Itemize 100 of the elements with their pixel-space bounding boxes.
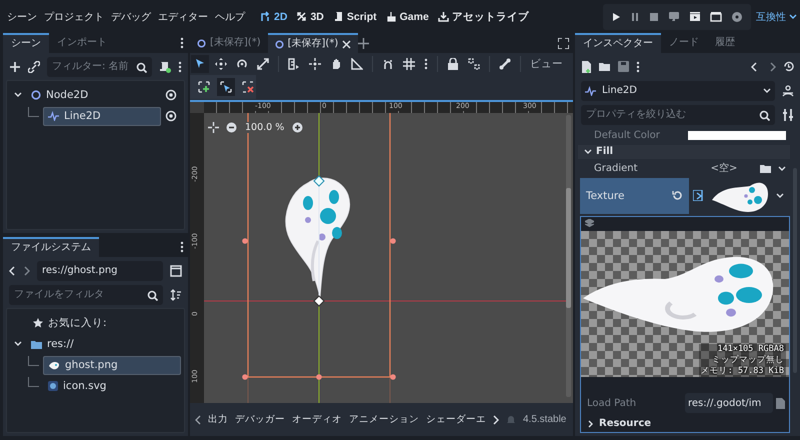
tree-item[interactable]: icon.svg: [43, 376, 181, 396]
list-select-icon[interactable]: [288, 58, 300, 70]
snap-icon[interactable]: [382, 58, 394, 70]
menu-dots-icon[interactable]: [424, 58, 428, 70]
caret-icon[interactable]: [776, 192, 784, 200]
tab[interactable]: インポート: [49, 33, 115, 53]
scale-icon[interactable]: [257, 58, 269, 70]
section-header[interactable]: Resource: [581, 415, 789, 432]
favorites-item[interactable]: お気に入り:: [28, 314, 181, 332]
menu-item[interactable]: プロジェクト: [41, 6, 107, 26]
bottom-tab[interactable]: シェーダーエ: [426, 413, 486, 426]
node-tree-icon[interactable]: [782, 84, 794, 96]
tab[interactable]: インスペクター: [575, 33, 661, 53]
zoom-level[interactable]: 100.0 %: [244, 122, 286, 133]
history-icon[interactable]: [783, 61, 794, 72]
property-label[interactable]: Texture: [580, 178, 689, 214]
add-tab-icon[interactable]: [358, 38, 370, 48]
center-view-icon[interactable]: [208, 122, 219, 133]
menu-dots-icon[interactable]: [636, 60, 640, 72]
move-icon[interactable]: [215, 58, 227, 70]
add-point-icon[interactable]: [198, 81, 210, 93]
workspace-tab[interactable]: 3D: [292, 6, 328, 26]
tree-item[interactable]: Node2D: [26, 86, 161, 104]
view-menu[interactable]: ビュー: [530, 57, 563, 71]
stop-icon[interactable]: [649, 12, 659, 22]
play-icon[interactable]: [611, 12, 621, 22]
menu-dots-icon[interactable]: [180, 241, 184, 253]
workspace-tab[interactable]: Game: [382, 6, 433, 26]
back-icon[interactable]: [751, 62, 758, 72]
menu-item[interactable]: シーン: [4, 6, 40, 26]
select-arrow-icon[interactable]: [194, 58, 206, 70]
resource-value[interactable]: <空>: [694, 161, 754, 176]
renderer-menu[interactable]: 互換性: [751, 10, 800, 24]
folder-icon[interactable]: [760, 162, 772, 174]
grid-icon[interactable]: [403, 58, 415, 70]
section-header[interactable]: Fill: [578, 145, 790, 159]
tree-item[interactable]: res://: [26, 334, 181, 354]
filter-field[interactable]: ファイルをフィルタ: [9, 284, 163, 304]
folder-open-icon[interactable]: [599, 61, 611, 72]
group-icon[interactable]: [468, 58, 480, 70]
clapper-icon[interactable]: [710, 11, 722, 22]
movie-icon[interactable]: [731, 10, 743, 22]
scene-tab[interactable]: [未保存](*): [268, 33, 358, 53]
remote-icon[interactable]: [668, 11, 680, 22]
scene-tab[interactable]: [未保存](*): [190, 33, 268, 53]
tools-icon[interactable]: [782, 108, 794, 120]
save-icon[interactable]: [618, 61, 629, 72]
forward-icon[interactable]: [23, 266, 30, 276]
filter-field[interactable]: プロパティを絞り込む: [581, 104, 775, 124]
tab[interactable]: ファイルシステム: [3, 237, 99, 257]
forward-icon[interactable]: [769, 62, 776, 72]
tree-item[interactable]: ghost.png: [43, 356, 181, 374]
menu-dots-icon[interactable]: [178, 60, 182, 72]
new-resource-icon[interactable]: [581, 60, 592, 72]
color-swatch[interactable]: [688, 131, 786, 140]
tab[interactable]: ノード: [661, 33, 707, 53]
bone-icon[interactable]: [499, 58, 511, 70]
rotate-icon[interactable]: [236, 58, 248, 70]
bottom-tab[interactable]: 出力: [208, 413, 228, 426]
scroll-right-icon[interactable]: [493, 414, 499, 424]
filter-field[interactable]: フィルター: 名前: [47, 56, 152, 76]
tree-item[interactable]: Line2D: [43, 106, 161, 126]
bottom-tab[interactable]: アニメーション: [349, 413, 419, 426]
pivot-icon[interactable]: [309, 58, 321, 70]
zoom-in-icon[interactable]: [292, 122, 304, 133]
node-selector[interactable]: Line2D: [581, 80, 775, 100]
sort-icon[interactable]: [170, 288, 182, 300]
tab[interactable]: シーン: [3, 33, 49, 53]
load-path-field[interactable]: res://.godot/im: [685, 393, 773, 413]
scroll-left-icon[interactable]: [195, 414, 201, 424]
image-edit-icon[interactable]: [693, 190, 704, 202]
workspace-tab[interactable]: 2D: [256, 6, 292, 26]
clapper-play-icon[interactable]: [689, 11, 701, 22]
bottom-tab[interactable]: オーディオ: [292, 413, 342, 426]
menu-item[interactable]: ヘルプ: [212, 6, 248, 26]
delete-point-icon[interactable]: [242, 81, 254, 93]
workspace-tab[interactable]: Script: [328, 6, 381, 26]
edit-point-icon[interactable]: [220, 81, 232, 93]
menu-item[interactable]: エディター: [155, 6, 211, 26]
menu-item[interactable]: デバッグ: [108, 6, 154, 26]
back-icon[interactable]: [9, 266, 16, 276]
visibility-icon[interactable]: [165, 89, 177, 101]
close-icon[interactable]: [342, 40, 352, 48]
reset-icon[interactable]: [672, 190, 683, 202]
tab[interactable]: 履歴: [707, 33, 743, 53]
link-icon[interactable]: [28, 60, 40, 72]
workspace-tab[interactable]: アセットライブ: [434, 6, 533, 26]
hand-icon[interactable]: [330, 58, 342, 70]
bottom-tab[interactable]: デバッガー: [235, 413, 285, 426]
add-icon[interactable]: [9, 60, 21, 72]
layout-toggle-icon[interactable]: [170, 264, 182, 276]
script-add-icon[interactable]: [159, 60, 171, 72]
file-icon[interactable]: [776, 398, 785, 408]
visibility-icon[interactable]: [165, 110, 177, 122]
path-field[interactable]: res://ghost.png: [37, 260, 163, 280]
zoom-out-icon[interactable]: [226, 122, 237, 133]
pause-icon[interactable]: [630, 12, 640, 22]
caret-icon[interactable]: [778, 164, 786, 172]
menu-dots-icon[interactable]: [180, 37, 184, 49]
fullscreen-icon[interactable]: [558, 38, 569, 48]
